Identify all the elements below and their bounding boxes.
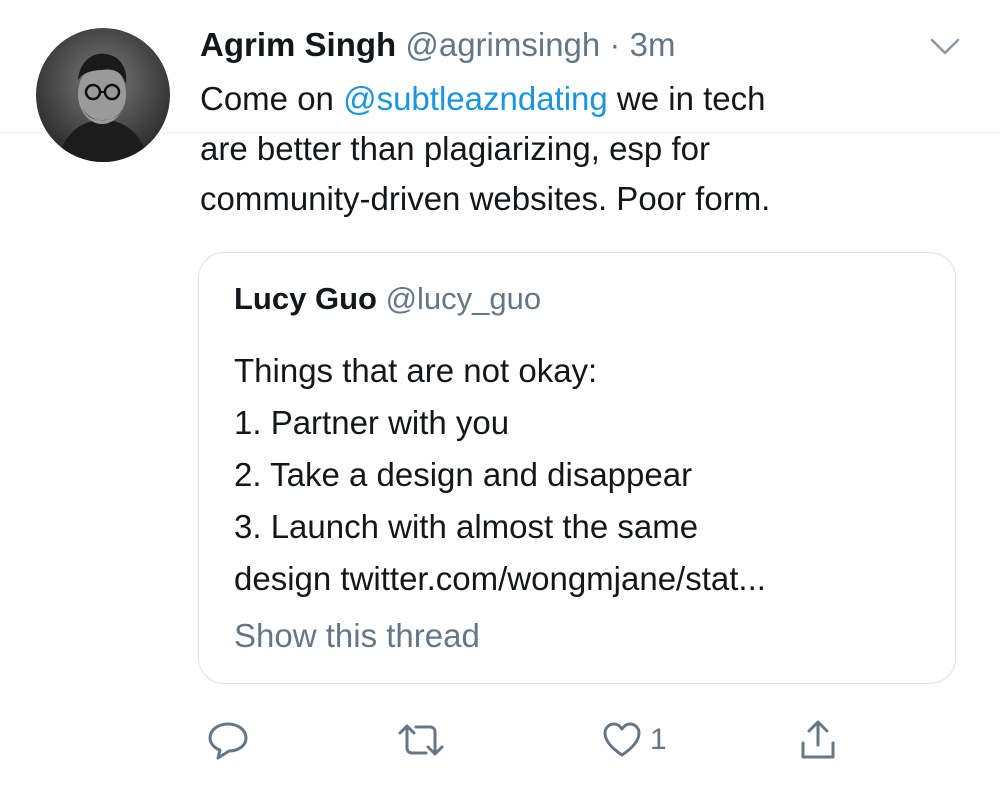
quoted-text-line: design twitter.com/wongmjane/stat... (234, 560, 766, 597)
tweet-text-line-2: are better than plagiarizing, esp for (200, 130, 710, 167)
tweet-text-line-3: community-driven websites. Poor form. (200, 180, 771, 217)
retweet-icon (398, 724, 444, 756)
tweet-header: Agrim Singh @agrimsingh · 3m (200, 20, 675, 70)
like-icon (603, 722, 641, 757)
tweet-text-line-1: Come on @subtleazndating we in tech (200, 80, 766, 117)
quoted-text-line: 1. Partner with you (234, 404, 510, 441)
avatar-image (36, 28, 170, 162)
mention-link[interactable]: @subtleazndating (343, 80, 608, 117)
quoted-author-handle: @lucy_guo (385, 281, 542, 316)
reply-icon (208, 722, 248, 760)
timestamp[interactable]: 3m (630, 26, 676, 63)
retweet-button[interactable] (396, 718, 446, 762)
separator: · (609, 26, 621, 63)
like-button[interactable]: 1 (602, 718, 667, 762)
quoted-text-line: 2. Take a design and disappear (234, 456, 693, 493)
reply-button[interactable] (206, 718, 250, 762)
quoted-tweet-header: Lucy Guo @lucy_guo (234, 275, 541, 323)
author-name[interactable]: Agrim Singh (200, 26, 396, 63)
quoted-author-name: Lucy Guo (234, 281, 377, 316)
chevron-down-icon[interactable] (928, 34, 962, 58)
quoted-text-line: Things that are not okay: (234, 352, 598, 389)
share-icon (801, 720, 835, 759)
tweet-text: Come on @subtleazndating we in tech are … (200, 74, 960, 224)
show-thread-link[interactable]: Show this thread (234, 611, 480, 661)
quoted-tweet-card[interactable]: Lucy Guo @lucy_guo Things that are not o… (198, 252, 956, 684)
quoted-tweet-text: Things that are not okay: 1. Partner wit… (234, 345, 766, 605)
like-count: 1 (650, 723, 667, 756)
quoted-text-line: 3. Launch with almost the same (234, 508, 699, 545)
author-handle[interactable]: @agrimsingh (405, 26, 600, 63)
avatar[interactable] (36, 28, 170, 162)
share-button[interactable] (798, 718, 838, 762)
